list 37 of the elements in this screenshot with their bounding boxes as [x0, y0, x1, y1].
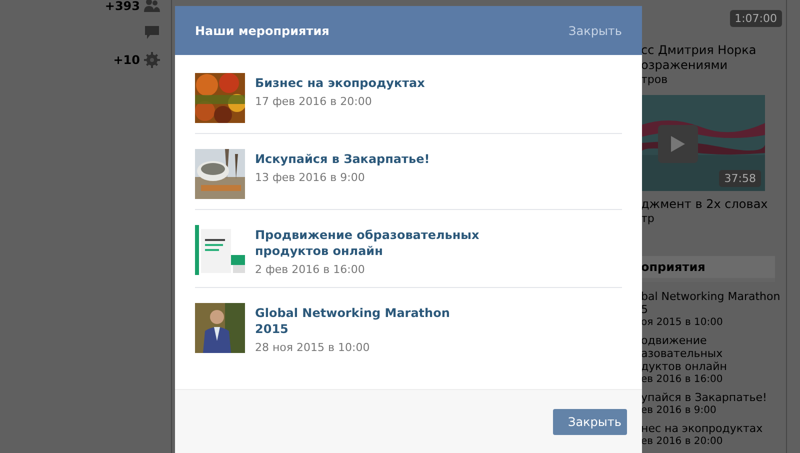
event-date: 2 фев 2016 в 16:00 — [255, 262, 366, 277]
video-meta: тров — [641, 73, 669, 87]
event-date: ев 2016 в 20:00 — [641, 435, 724, 448]
event-date: 28 ноя 2015 в 10:00 — [255, 340, 371, 355]
duration: 37:58 — [719, 170, 761, 187]
speech-bubble-icon[interactable] — [144, 25, 160, 41]
event-date: ев 2016 в 16:00 — [641, 373, 724, 386]
close-button[interactable]: Закрыть — [553, 408, 627, 434]
play-button[interactable] — [658, 125, 698, 163]
video-meta: тр — [641, 212, 656, 226]
event-title[interactable]: дуктов онлайн — [641, 360, 786, 373]
section-header: оприятия — [641, 256, 775, 278]
event-title[interactable]: нес на экопродуктах — [641, 422, 786, 435]
event-title[interactable]: упайся в Закарпатье! — [641, 391, 786, 404]
video-title[interactable]: джмент в 2х словах — [641, 197, 786, 212]
count: +10 — [113, 53, 140, 67]
count: +393 — [104, 0, 140, 13]
event-title[interactable]: Искупайся в Закарпатье! — [255, 149, 485, 167]
event-date: 17 фев 2016 в 20:00 — [255, 94, 373, 109]
event-title[interactable]: азовательных — [641, 347, 786, 360]
close-link[interactable]: Закрыть — [568, 24, 622, 38]
video-title[interactable]: озражениями — [641, 58, 786, 73]
event-title[interactable]: bal Networking Marathon — [641, 290, 786, 303]
event-title[interactable]: Продвижение образовательных продуктов онлайн — [255, 225, 485, 259]
settings-icon[interactable] — [144, 52, 160, 68]
event-date: 13 фев 2016 в 9:00 — [255, 170, 366, 185]
event-title[interactable]: одвижение — [641, 334, 786, 347]
event-title[interactable]: 5 — [641, 303, 786, 316]
dialog-title: Наши мероприятия — [195, 24, 330, 38]
people-icon[interactable] — [144, 0, 160, 14]
duration: 1:07:00 — [730, 10, 782, 27]
event-date: ев 2016 в 9:00 — [641, 404, 718, 417]
event-title[interactable]: Global Networking Marathon 2015 — [255, 303, 485, 337]
event-date: оя 2015 в 10:00 — [641, 316, 724, 329]
event-title[interactable]: Бизнес на экопродуктах — [255, 73, 485, 91]
play-icon — [671, 136, 685, 152]
video-title[interactable]: сс Дмитрия Норка — [641, 43, 786, 58]
